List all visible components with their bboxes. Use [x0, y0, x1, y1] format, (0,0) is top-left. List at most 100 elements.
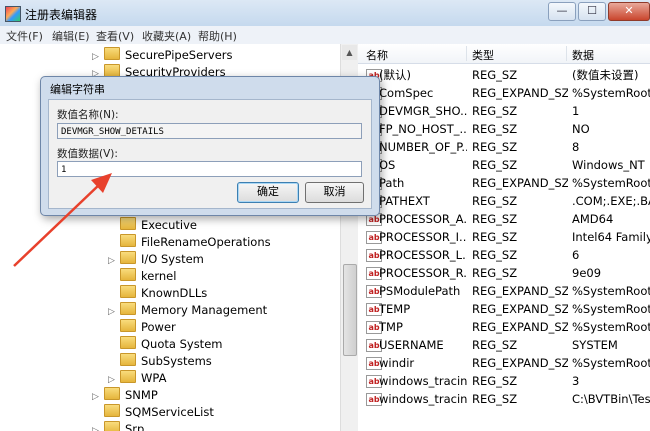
menu-edit[interactable]: 编辑(E)	[52, 28, 90, 44]
dialog-title: 编辑字符串	[50, 83, 105, 96]
value-type-cell: REG_SZ	[472, 104, 518, 118]
column-header-data[interactable]: 数据	[572, 47, 594, 63]
tree-item-label: SNMP	[125, 388, 158, 402]
list-header: 名称 类型 数据	[358, 44, 650, 64]
value-data-cell: 3	[572, 374, 580, 388]
table-row[interactable]: abDEVMGR_SHO...REG_SZ1	[358, 102, 650, 120]
table-row[interactable]: abTMPREG_EXPAND_SZ%SystemRoot%	[358, 318, 650, 336]
folder-icon	[120, 251, 136, 264]
value-name-cell: windows_tracin...	[379, 374, 467, 388]
table-row[interactable]: abPROCESSOR_I...REG_SZIntel64 Family 6	[358, 228, 650, 246]
minimize-button[interactable]: —	[548, 2, 576, 21]
title-bar: 注册表编辑器 — ☐ ✕	[0, 0, 650, 26]
table-row[interactable]: abwindirREG_EXPAND_SZ%SystemRoot%	[358, 354, 650, 372]
table-row[interactable]: abwindows_tracin...REG_SZC:\BVTBin\Tests	[358, 390, 650, 408]
tree-item[interactable]: Power	[108, 319, 176, 336]
value-type-cell: REG_EXPAND_SZ	[472, 176, 568, 190]
tree-item[interactable]: ▷ Memory Management	[108, 302, 267, 319]
column-divider[interactable]	[566, 46, 567, 61]
table-row[interactable]: ab PROCESSOR_R... REG_SZ 9e09	[358, 264, 650, 282]
folder-icon	[120, 285, 136, 298]
value-name-label: 数值名称(N):	[57, 109, 119, 121]
folder-icon	[120, 234, 136, 247]
scroll-thumb[interactable]	[343, 264, 357, 356]
ok-button[interactable]: 确定	[237, 182, 299, 203]
tree-item[interactable]: ▷ SecurePipeServers	[92, 47, 233, 64]
value-name-cell: PROCESSOR_A...	[379, 212, 467, 226]
folder-icon	[120, 353, 136, 366]
value-data-cell: C:\BVTBin\Tests	[572, 392, 650, 406]
tree-item-label: I/O System	[141, 252, 204, 266]
table-row[interactable]: abPSModulePathREG_EXPAND_SZ%SystemRoot%	[358, 282, 650, 300]
tree-item[interactable]: SQMServiceList	[92, 404, 214, 421]
value-name-cell: PSModulePath	[379, 284, 461, 298]
table-row[interactable]: abPathREG_EXPAND_SZ%SystemRoot%	[358, 174, 650, 192]
tree-item-label: SQMServiceList	[125, 405, 214, 419]
menu-view[interactable]: 查看(V)	[96, 28, 134, 44]
value-data-cell: 1	[572, 104, 580, 118]
menu-help[interactable]: 帮助(H)	[198, 28, 237, 44]
value-name-cell: NUMBER_OF_P...	[379, 140, 467, 154]
tree-item[interactable]: SubSystems	[108, 353, 212, 370]
folder-icon	[120, 268, 136, 281]
value-name-cell: FP_NO_HOST_...	[379, 122, 467, 136]
value-data-cell: Windows_NT	[572, 158, 645, 172]
value-name-cell: OS	[379, 158, 396, 172]
tree-item[interactable]: ▷ SNMP	[92, 387, 158, 404]
column-header-type[interactable]: 类型	[472, 47, 494, 63]
value-data-field[interactable]: 1	[57, 161, 362, 177]
value-name-cell: PROCESSOR_R...	[379, 266, 467, 280]
window-title: 注册表编辑器	[25, 8, 98, 22]
table-row[interactable]: abwindows_tracin...REG_SZ3	[358, 372, 650, 390]
value-data-cell: NO	[572, 122, 590, 136]
table-row[interactable]: ab PROCESSOR_A... REG_SZ AMD64	[358, 210, 650, 228]
value-type-cell: REG_EXPAND_SZ	[472, 86, 568, 100]
value-name-cell: (默认)	[379, 68, 411, 82]
cancel-button[interactable]: 取消	[305, 182, 364, 203]
value-data-cell: AMD64	[572, 212, 614, 226]
menu-bar: 文件(F) 编辑(E) 查看(V) 收藏夹(A) 帮助(H)	[0, 26, 650, 45]
folder-icon	[104, 404, 120, 417]
tree-item[interactable]: kernel	[108, 268, 176, 285]
tree-item[interactable]: ▷ WPA	[108, 370, 166, 387]
value-type-cell: REG_SZ	[472, 68, 518, 82]
scroll-up-icon[interactable]: ▲	[342, 45, 357, 60]
maximize-button[interactable]: ☐	[578, 2, 606, 21]
table-row[interactable]: ab PROCESSOR_L... REG_SZ 6	[358, 246, 650, 264]
table-row[interactable]: abOSREG_SZWindows_NT	[358, 156, 650, 174]
tree-item[interactable]: ▷ Srp	[92, 421, 144, 431]
column-header-name[interactable]: 名称	[366, 47, 388, 63]
expand-arrow-icon[interactable]: ▷	[92, 423, 104, 431]
tree-item-label: Power	[141, 320, 176, 334]
value-type-cell: REG_SZ	[472, 140, 518, 154]
folder-icon	[104, 47, 120, 60]
tree-item[interactable]: FileRenameOperations	[108, 234, 271, 251]
value-name-cell: windir	[379, 356, 415, 370]
value-name-field[interactable]: DEVMGR_SHOW_DETAILS	[57, 123, 362, 139]
value-name-cell: TMP	[379, 320, 403, 334]
tree-item[interactable]: Quota System	[108, 336, 222, 353]
table-row[interactable]: abPATHEXTREG_SZ.COM;.EXE;.BAT	[358, 192, 650, 210]
value-name-cell: ComSpec	[379, 86, 434, 100]
table-row[interactable]: abNUMBER_OF_P...REG_SZ8	[358, 138, 650, 156]
column-divider[interactable]	[466, 46, 467, 61]
value-type-cell: REG_SZ	[472, 158, 518, 172]
value-type-cell: REG_SZ	[472, 212, 518, 226]
value-type-cell: REG_EXPAND_SZ	[472, 320, 568, 334]
tree-item[interactable]: Executive	[108, 217, 197, 234]
tree-item[interactable]: ▷ I/O System	[108, 251, 204, 268]
value-type-cell: REG_SZ	[472, 230, 518, 244]
value-name-cell: windows_tracin...	[379, 392, 467, 406]
table-row[interactable]: abFP_NO_HOST_...REG_SZNO	[358, 120, 650, 138]
table-row[interactable]: abComSpecREG_EXPAND_SZ%SystemRoot%	[358, 84, 650, 102]
table-row[interactable]: ab(默认)REG_SZ(数值未设置)	[358, 66, 650, 84]
table-row[interactable]: ab USERNAME REG_SZ SYSTEM	[358, 336, 650, 354]
close-button[interactable]: ✕	[608, 2, 650, 21]
value-type-cell: REG_SZ	[472, 392, 518, 406]
table-row[interactable]: abTEMPREG_EXPAND_SZ%SystemRoot%	[358, 300, 650, 318]
tree-item[interactable]: KnownDLLs	[108, 285, 207, 302]
folder-icon	[120, 336, 136, 349]
value-data-cell: Intel64 Family 6	[572, 230, 650, 244]
menu-file[interactable]: 文件(F)	[6, 28, 43, 44]
menu-favorites[interactable]: 收藏夹(A)	[142, 28, 191, 44]
